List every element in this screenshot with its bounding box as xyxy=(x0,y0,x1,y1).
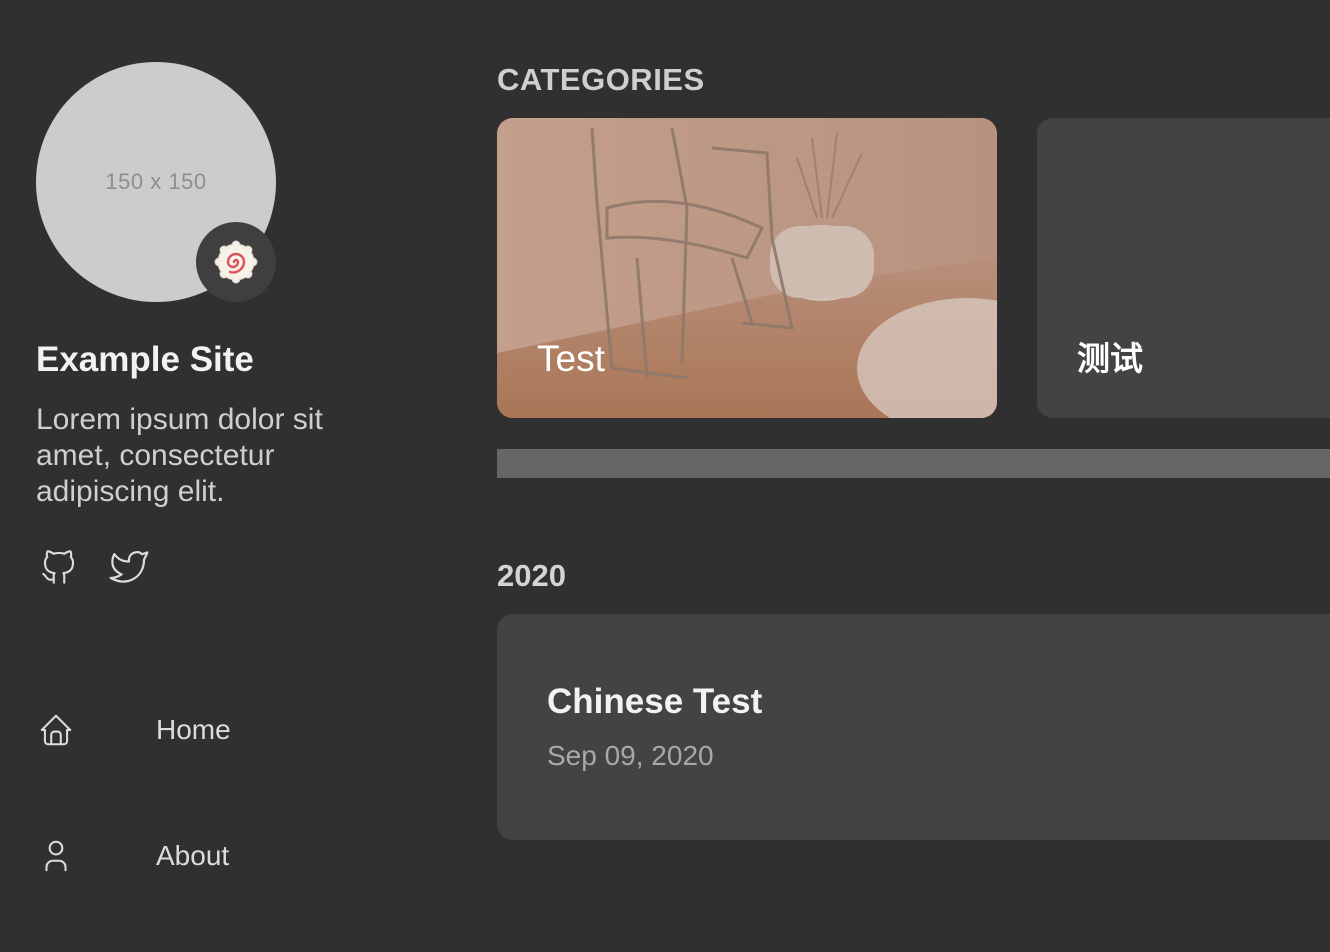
category-card-test[interactable]: Test xyxy=(497,118,997,418)
category-card-ceshi[interactable]: 测试 xyxy=(1037,118,1330,418)
user-icon xyxy=(36,836,76,876)
menu-item-home[interactable]: Home xyxy=(36,700,436,760)
naruto-emoji-icon xyxy=(214,240,258,284)
horizontal-scrollbar[interactable] xyxy=(497,449,1330,478)
main-content: CATEGORIES Test 测试 2020 Chinese Test Sep… xyxy=(497,0,1330,916)
post-title[interactable]: Chinese Test xyxy=(547,682,762,722)
menu-label-home: Home xyxy=(156,714,231,745)
site-description: Lorem ipsum dolor sit amet, consectetur … xyxy=(36,403,323,508)
category-name: Test xyxy=(537,338,605,379)
home-icon xyxy=(36,710,76,750)
categories-carousel: Test 测试 xyxy=(497,118,1330,418)
twitter-icon xyxy=(109,551,149,583)
site-title[interactable]: Example Site xyxy=(36,340,254,380)
social-links xyxy=(36,544,152,590)
categories-heading: CATEGORIES xyxy=(497,62,705,97)
github-icon xyxy=(42,550,75,584)
menu-item-about[interactable]: About xyxy=(36,826,436,886)
sidebar-menu: Home About xyxy=(36,700,436,952)
sidebar: 150 x 150 Example Site Lorem ipsum dolor… xyxy=(0,0,460,916)
menu-label-about: About xyxy=(156,840,230,871)
post-date: Sep 09, 2020 xyxy=(547,740,714,771)
avatar-wrap: 150 x 150 xyxy=(36,62,276,302)
archive-year-heading: 2020 xyxy=(497,558,566,593)
github-link[interactable] xyxy=(36,544,82,590)
category-name: 测试 xyxy=(1077,339,1143,378)
twitter-link[interactable] xyxy=(106,544,152,590)
avatar-placeholder-text: 150 x 150 xyxy=(105,169,207,194)
emoji-badge xyxy=(196,222,276,302)
post-card[interactable]: Chinese Test Sep 09, 2020 xyxy=(497,614,1330,840)
